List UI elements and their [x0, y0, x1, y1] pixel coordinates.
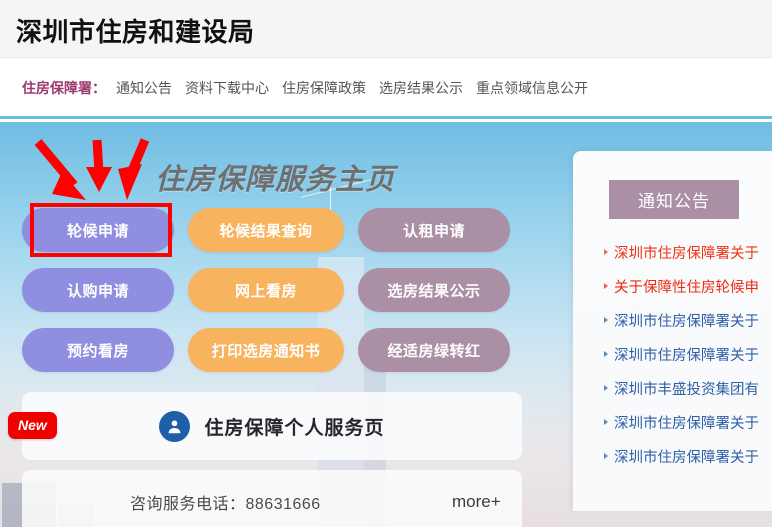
subnav-link-policy[interactable]: 住房保障政策	[282, 78, 366, 98]
chevron-right-icon	[604, 385, 608, 391]
service-button-lunhou-shenqing[interactable]: 轮候申请	[22, 208, 174, 252]
service-button-dayin-tongzhishu[interactable]: 打印选房通知书	[188, 328, 344, 372]
subnav-link-notice[interactable]: 通知公告	[116, 78, 172, 98]
hero-title: 住房保障服务主页	[155, 164, 396, 196]
notice-item-label: 深圳市住房保障署关于	[614, 415, 759, 432]
service-button-yuyue-kanfang[interactable]: 预约看房	[22, 328, 174, 372]
list-item[interactable]: 关于保障性住房轮候申	[604, 269, 772, 303]
list-item[interactable]: 深圳市住房保障署关于	[604, 235, 772, 269]
subnav-link-results[interactable]: 选房结果公示	[379, 78, 463, 98]
notice-item-label: 深圳市住房保障署关于	[614, 313, 759, 330]
service-button-wangshang-kanfang[interactable]: 网上看房	[188, 268, 344, 312]
subnav-link-keyinfo[interactable]: 重点领域信息公开	[476, 78, 588, 98]
chevron-right-icon	[604, 317, 608, 323]
list-item[interactable]: 深圳市丰盛投资集团有	[604, 371, 772, 405]
notice-list: 深圳市住房保障署关于 关于保障性住房轮候申 深圳市住房保障署关于 深圳市住房保障…	[604, 235, 772, 473]
list-item[interactable]: 深圳市住房保障署关于	[604, 303, 772, 337]
subnav-section-label: 住房保障署：	[22, 80, 106, 96]
notice-item-label: 深圳市丰盛投资集团有	[614, 381, 759, 398]
service-button-jingshifang[interactable]: 经适房绿转红	[358, 328, 510, 372]
personal-service-label: 住房保障个人服务页	[204, 417, 385, 439]
chevron-right-icon	[604, 283, 608, 289]
service-button-rengou-shenqing[interactable]: 认购申请	[22, 268, 174, 312]
service-button-renzu-shenqing[interactable]: 认租申请	[358, 208, 510, 252]
chevron-right-icon	[604, 351, 608, 357]
list-item[interactable]: 深圳市住房保障署关于	[604, 337, 772, 371]
service-button-lunhou-jieguo[interactable]: 轮候结果查询	[188, 208, 344, 252]
personal-service-card[interactable]: 住房保障个人服务页	[22, 392, 522, 460]
notice-item-label: 关于保障性住房轮候申	[614, 279, 759, 296]
chevron-right-icon	[604, 249, 608, 255]
chevron-right-icon	[604, 453, 608, 459]
service-phone-text: 咨询服务电话：88631666	[130, 496, 321, 513]
personal-service-inner: 住房保障个人服务页	[22, 392, 522, 460]
more-link[interactable]: more+	[452, 492, 501, 512]
list-item[interactable]: 深圳市住房保障署关于	[604, 439, 772, 473]
site-header: 深圳市住房和建设局 首页 信息公开 政务服务	[0, 0, 772, 58]
user-icon	[159, 410, 191, 442]
notice-panel: 通知公告 深圳市住房保障署关于 关于保障性住房轮候申 深圳市住房保障署关于 深圳…	[573, 151, 772, 511]
notice-item-label: 深圳市住房保障署关于	[614, 347, 759, 364]
subnav-link-downloads[interactable]: 资料下载中心	[185, 78, 269, 98]
page-root: 深圳市住房和建设局 首页 信息公开 政务服务 住房保障署： 通知公告 资料下载中…	[0, 0, 772, 527]
notice-item-label: 深圳市住房保障署关于	[614, 449, 759, 466]
sub-navigation: 住房保障署： 通知公告 资料下载中心 住房保障政策 选房结果公示 重点领域信息公…	[0, 58, 772, 119]
service-button-xuanfang-gongshi[interactable]: 选房结果公示	[358, 268, 510, 312]
chevron-right-icon	[604, 419, 608, 425]
notice-item-label: 深圳市住房保障署关于	[614, 245, 759, 262]
list-item[interactable]: 深圳市住房保障署关于	[604, 405, 772, 439]
breadcrumb: 住房保障署： 通知公告 资料下载中心 住房保障政策 选房结果公示 重点领域信息公…	[22, 78, 601, 98]
new-badge[interactable]: New	[8, 412, 57, 439]
notice-panel-title: 通知公告	[609, 180, 739, 219]
page-title: 深圳市住房和建设局	[16, 17, 255, 47]
